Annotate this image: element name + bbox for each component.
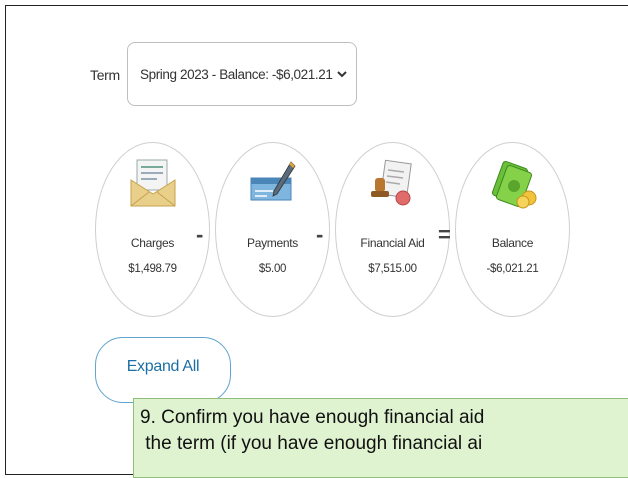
- balance-label: Balance: [491, 236, 534, 250]
- charges-summary: Charges $1,498.79: [95, 142, 210, 317]
- equals-operator: =: [438, 222, 451, 247]
- charges-label: Charges: [130, 236, 175, 250]
- money-stack-icon: [491, 160, 536, 209]
- term-label: Term: [90, 67, 120, 83]
- payments-summary: Payments $5.00: [215, 142, 330, 317]
- envelope-bill-icon: [130, 159, 175, 207]
- balance-summary: Balance -$6,021.21: [455, 142, 570, 317]
- expand-all-button[interactable]: Expand All: [95, 337, 231, 403]
- minus-operator: -: [196, 222, 204, 247]
- term-select[interactable]: Spring 2023 - Balance: -$6,021.21: [127, 42, 357, 106]
- balance-amount: -$6,021.21: [486, 263, 539, 275]
- charges-amount: $1,498.79: [128, 263, 177, 275]
- payments-amount: $5.00: [258, 263, 287, 275]
- term-select-value: Spring 2023 - Balance: -$6,021.21: [140, 66, 333, 82]
- chevron-down-icon: [337, 71, 347, 78]
- instruction-callout: 9. Confirm you have enough financial aid…: [133, 398, 628, 478]
- payments-label: Payments: [247, 236, 298, 250]
- callout-line-1: 9. Confirm you have enough financial aid: [140, 407, 485, 428]
- financial-aid-label: Financial Aid: [360, 236, 425, 250]
- check-pen-icon: [250, 161, 296, 201]
- callout-line-2: the term (if you have enough financial a…: [140, 433, 483, 454]
- financial-aid-amount: $7,515.00: [368, 263, 417, 275]
- financial-aid-summary: Financial Aid $7,515.00: [335, 142, 450, 317]
- minus-operator: -: [316, 222, 324, 247]
- document-stamp-icon: [370, 159, 412, 206]
